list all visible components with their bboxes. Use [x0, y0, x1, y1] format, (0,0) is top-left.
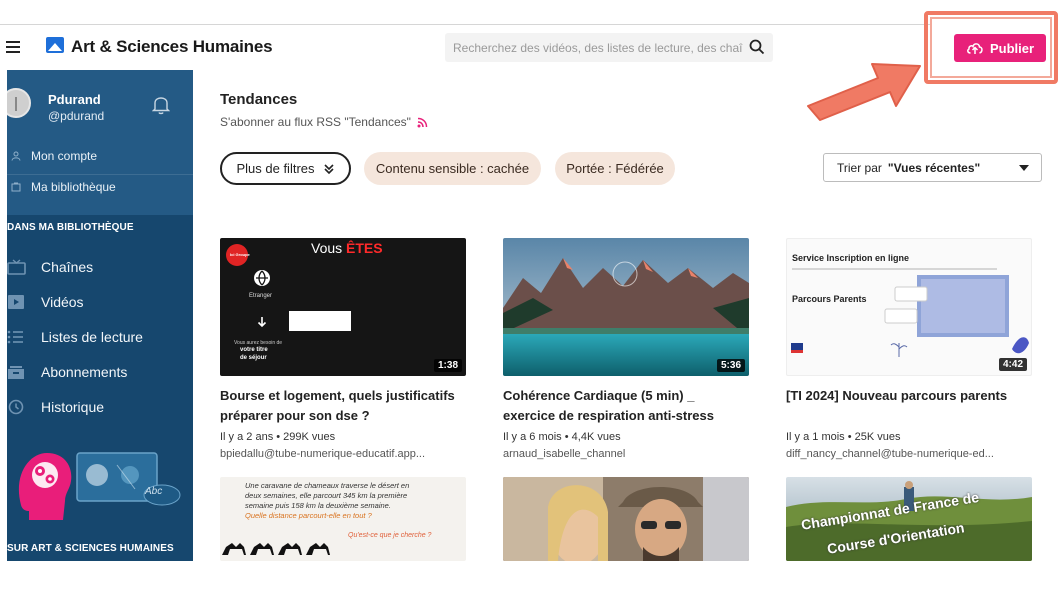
video-meta: Il y a 2 ans • 299K vues [220, 431, 336, 443]
inbox-icon [8, 366, 24, 379]
sensitive-content-chip[interactable]: Contenu sensible : cachée [364, 152, 541, 185]
brain-illustration-icon [18, 452, 181, 520]
thumb-headline-b: ÊTES [346, 240, 383, 256]
thumb-note-a: Vous aurez besoin de [234, 340, 283, 346]
sidebar-item-videos[interactable]: Vidéos [7, 294, 84, 310]
search-icon[interactable] [749, 39, 765, 55]
sidebar-item-channels[interactable]: Chaînes [7, 259, 93, 275]
video-title[interactable]: Cohérence Cardiaque (5 min) _ exercice d… [503, 386, 749, 426]
brand-logo-icon[interactable] [46, 37, 64, 53]
user-handle: @pdurand [48, 109, 105, 123]
more-filters-label: Plus de filtres [236, 161, 315, 176]
video-icon [8, 295, 24, 309]
sidebar-item-label: Historique [41, 399, 105, 415]
thumb-headline-a: Vous [311, 240, 347, 256]
thumb-etranger: Etranger [249, 293, 273, 299]
search-bar [445, 33, 773, 62]
rss-label: S'abonner au flux RSS "Tendances" [220, 115, 411, 129]
sidebar-link-label: Mon compte [31, 149, 98, 163]
publish-label: Publier [989, 40, 1035, 56]
video-thumbnail[interactable]: 5:36 [503, 238, 749, 376]
video-thumbnail[interactable]: Championnat de France de Course d'Orient… [786, 477, 1032, 561]
video-thumbnail[interactable]: Service Inscription en ligne Parcours Pa… [786, 238, 1032, 376]
section-library-heading: DANS MA BIBLIOTHÈQUE [7, 222, 134, 233]
sidebar-link-account[interactable]: Mon compte [11, 149, 97, 163]
thumb-badge-text: Ici Groupe [230, 252, 250, 257]
sidebar-link-label: Ma bibliothèque [31, 180, 116, 194]
tv-icon [7, 259, 26, 275]
user-icon [11, 151, 21, 161]
video-channel[interactable]: arnaud_isabelle_channel [503, 448, 625, 460]
sidebar-link-library[interactable]: Ma bibliothèque [11, 180, 116, 194]
thumb-headline: Vous ÊTES [311, 240, 383, 256]
sidebar-item-playlists[interactable]: Listes de lecture [7, 329, 143, 345]
sidebar-divider [7, 174, 193, 175]
sort-prefix: Trier par [837, 160, 882, 175]
video-channel[interactable]: bpiedallu@tube-numerique-educatif.app... [220, 448, 425, 460]
user-block: Pdurand @pdurand Mon compte Ma bibliothè… [7, 70, 193, 215]
video-duration: 5:36 [716, 359, 745, 372]
video-meta: Il y a 1 mois • 25K vues [786, 431, 901, 443]
sidebar: Pdurand @pdurand Mon compte Ma bibliothè… [7, 70, 193, 561]
celebrities-photo [503, 477, 749, 561]
camels-graphic [222, 543, 330, 555]
sidebar-item-subscriptions[interactable]: Abonnements [7, 364, 127, 380]
username: Pdurand [48, 92, 101, 107]
sidebar-item-label: Vidéos [41, 294, 84, 310]
library-icon [11, 182, 21, 192]
bell-icon[interactable] [152, 95, 170, 115]
thumb-note-c: de séjour [240, 355, 267, 361]
upload-cloud-icon [967, 43, 983, 54]
double-chevron-down-icon [323, 163, 334, 174]
thumb-note-b: votre titre [240, 347, 268, 353]
video-thumbnail[interactable]: Une caravane de chameaux traverse le dés… [220, 477, 466, 561]
video-title[interactable]: [TI 2024] Nouveau parcours parents [786, 386, 1032, 406]
menu-icon[interactable] [6, 41, 20, 53]
illustration-label: Abc [145, 486, 163, 497]
rss-subscribe-link[interactable]: S'abonner au flux RSS "Tendances" [220, 115, 428, 129]
video-duration: 4:42 [998, 358, 1027, 371]
rss-icon [417, 117, 428, 127]
video-duration: 1:38 [433, 359, 462, 372]
mountain-lake-thumbnail [503, 238, 749, 376]
video-title[interactable]: Bourse et logement, quels justificatifs … [220, 386, 466, 426]
thumb-line2: Parcours Parents [792, 294, 867, 304]
sidebar-item-label: Chaînes [41, 259, 94, 275]
section-about-heading: SUR ART & SCIENCES HUMAINES [7, 543, 174, 554]
sidebar-item-label: Listes de lecture [41, 329, 143, 345]
brand-title[interactable]: Art & Sciences Humaines [71, 37, 273, 57]
video-channel[interactable]: diff_nancy_channel@tube-numerique-ed... [786, 448, 994, 460]
history-icon [8, 399, 24, 415]
annotation-arrow-icon [807, 63, 921, 121]
publish-button[interactable]: Publier [954, 34, 1046, 62]
sidebar-item-history[interactable]: Historique [7, 399, 104, 415]
scope-chip[interactable]: Portée : Fédérée [555, 152, 675, 185]
video-thumbnail[interactable]: Ici Groupe Vous ÊTES Etranger Vous aurez… [220, 238, 466, 376]
search-input[interactable] [453, 37, 743, 58]
sidebar-item-label: Abonnements [41, 364, 128, 380]
sort-value: "Vues récentes" [887, 160, 981, 175]
page-title: Tendances [220, 91, 298, 108]
video-meta: Il y a 6 mois • 4,4K vues [503, 431, 621, 443]
video-thumbnail[interactable] [503, 477, 749, 561]
sort-select[interactable]: Trier par "Vues récentes" [823, 153, 1042, 182]
list-icon [7, 330, 23, 344]
avatar[interactable] [7, 88, 31, 118]
caret-down-icon [1019, 165, 1029, 171]
more-filters-button[interactable]: Plus de filtres [220, 152, 351, 185]
thumb-line1: Service Inscription en ligne [792, 253, 910, 263]
